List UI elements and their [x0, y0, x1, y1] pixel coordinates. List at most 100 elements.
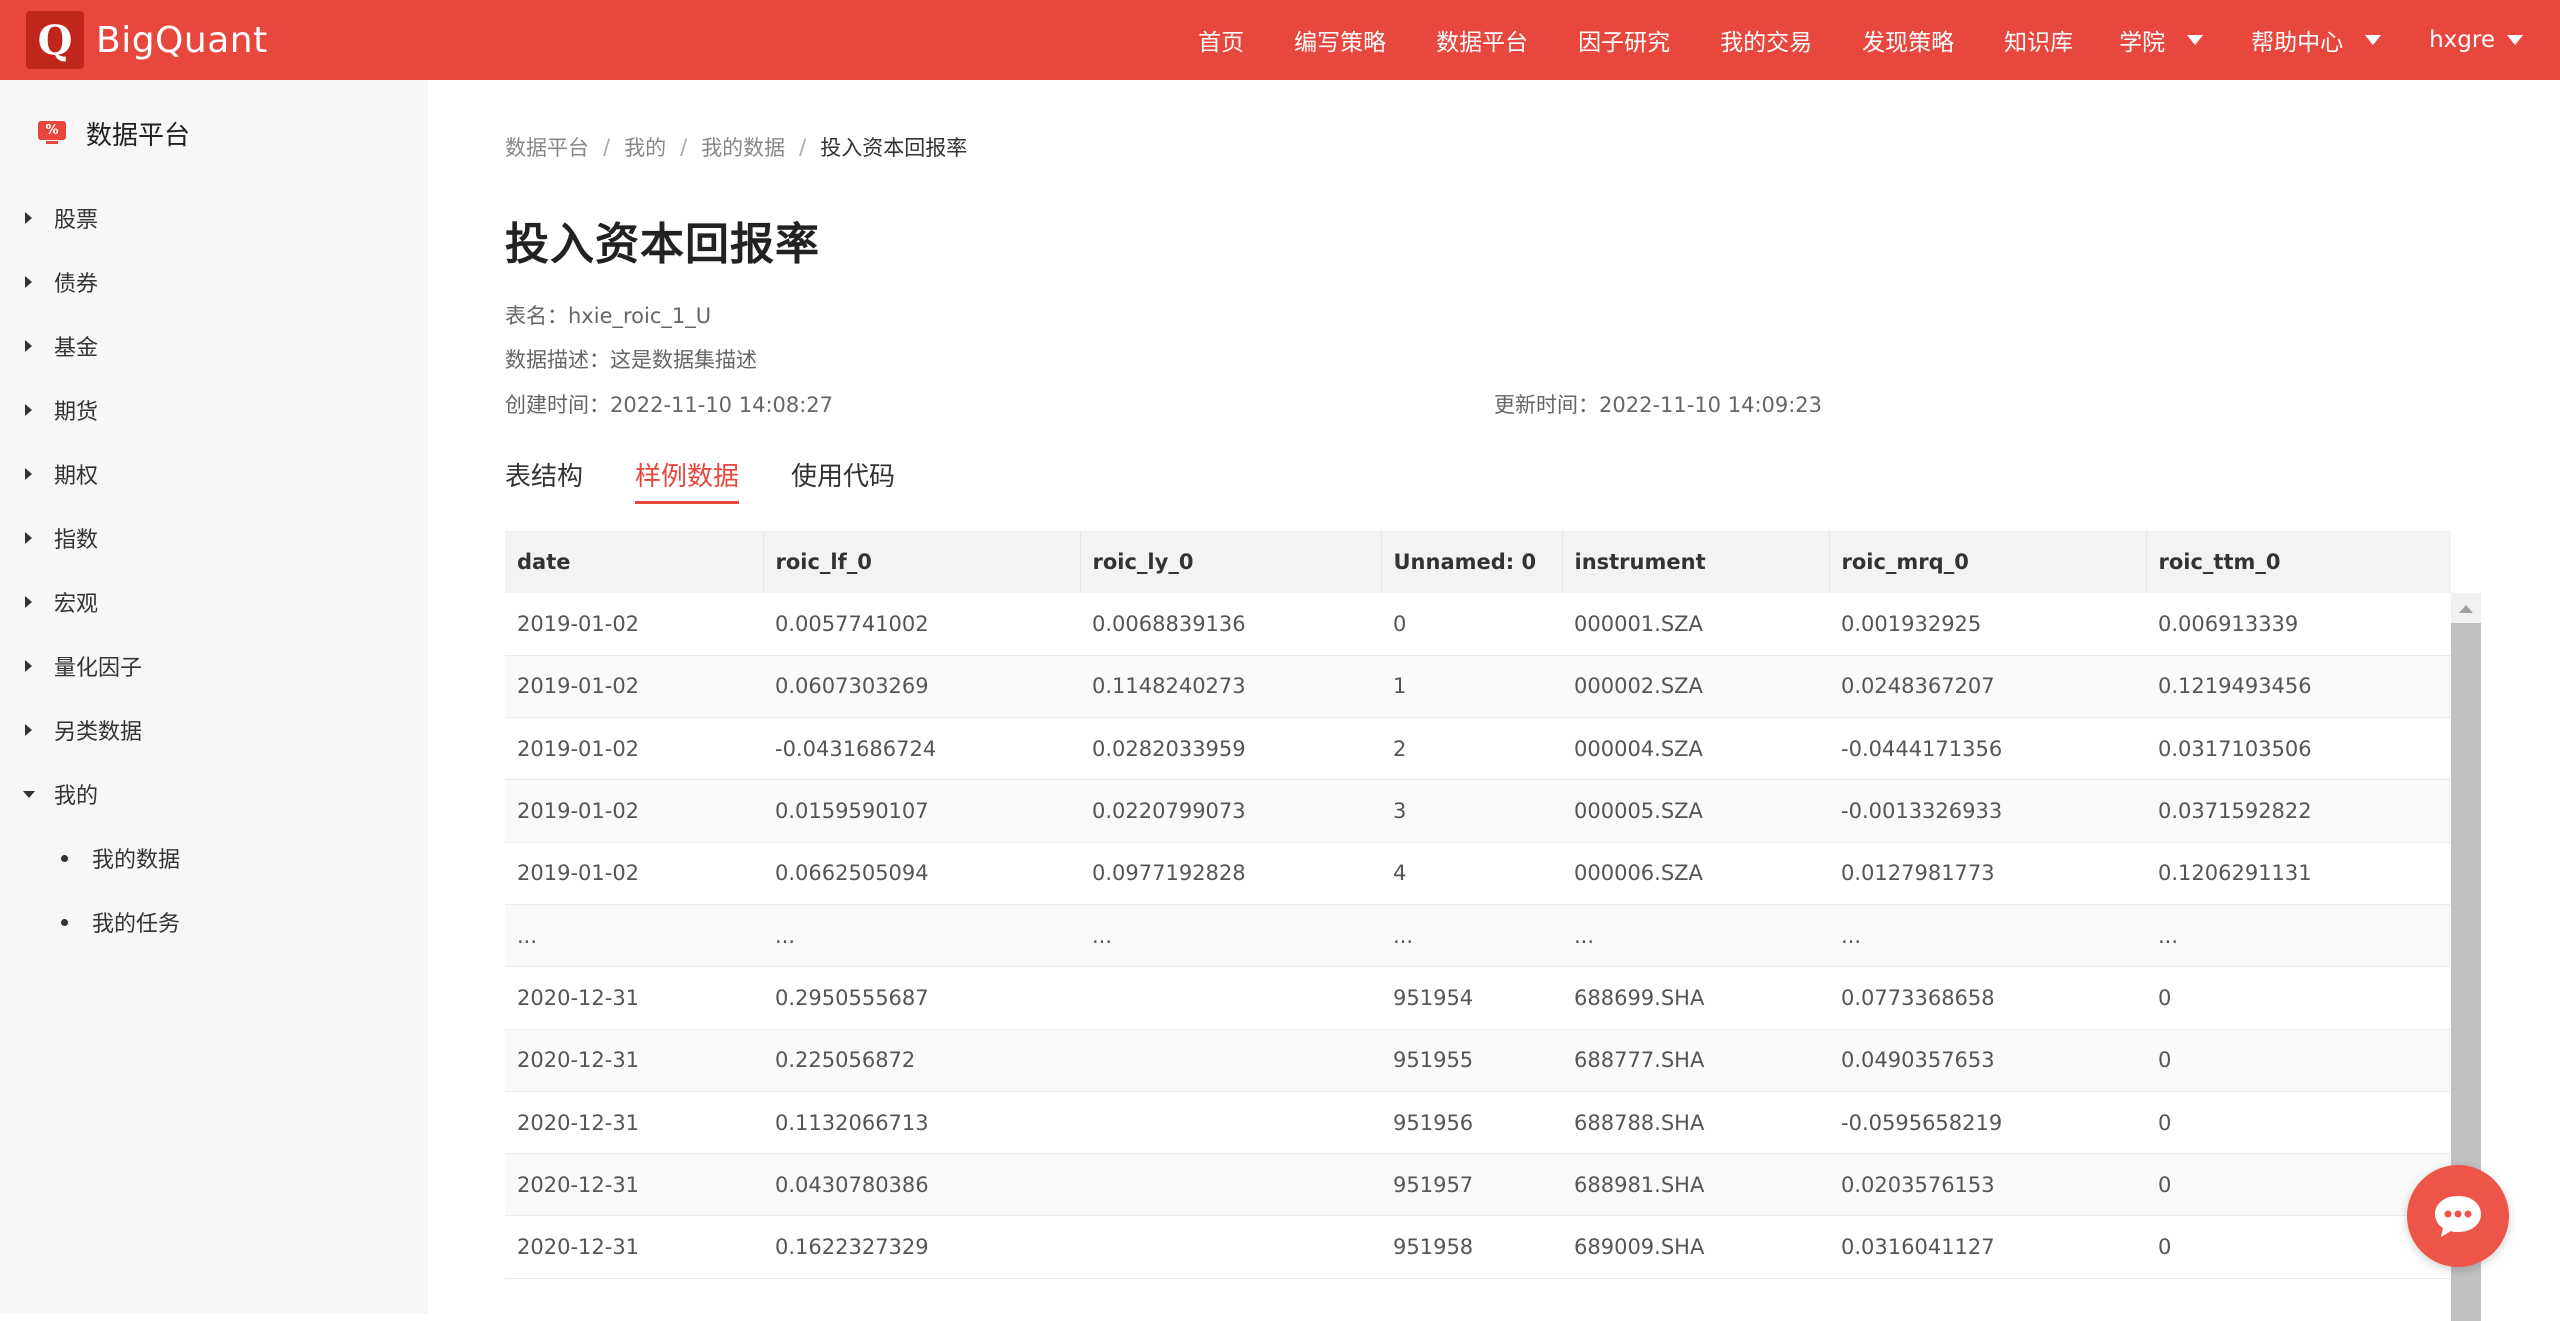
caret-right-icon — [25, 532, 32, 544]
sidebar-item-funds[interactable]: 基金 — [0, 314, 428, 378]
table-cell: -0.0431686724 — [763, 717, 1080, 781]
caret-down-icon — [23, 790, 35, 798]
updated-label: 更新时间： — [1494, 393, 1599, 417]
sidebar-item-label: 基金 — [54, 336, 99, 361]
table-cell: 000002.SZA — [1562, 655, 1829, 719]
sidebar-item-options[interactable]: 期权 — [0, 442, 428, 506]
sidebar-item-futures[interactable]: 期货 — [0, 378, 428, 442]
nav-factor-research[interactable]: 因子研究 — [1578, 0, 1670, 80]
table-cell: 951955 — [1381, 1029, 1562, 1092]
username: hxgre — [2429, 27, 2495, 53]
description-label: 数据描述： — [505, 348, 610, 372]
nav-academy-label: 学院 — [2119, 30, 2166, 56]
table-cell: 0.0282033959 — [1080, 717, 1381, 781]
nav-help-center-label: 帮助中心 — [2251, 30, 2344, 56]
nav-write-strategy[interactable]: 编写策略 — [1294, 0, 1386, 80]
table-cell — [1080, 966, 1381, 1030]
table-cell — [1080, 1153, 1381, 1217]
sidebar-item-bonds[interactable]: 债券 — [0, 250, 428, 314]
table-cell: 688981.SHA — [1562, 1153, 1829, 1217]
table-cell: ... — [1562, 904, 1829, 968]
nav-factor-research-label: 因子研究 — [1578, 30, 1671, 56]
table-cell: 0.0317103506 — [2146, 717, 2451, 781]
tab-table-structure[interactable]: 表结构 — [505, 456, 583, 504]
created-row: 创建时间：2022-11-10 14:08:27 — [505, 389, 833, 419]
scroll-up-arrow-icon[interactable] — [2459, 605, 2473, 613]
table-cell: 0.0490357653 — [1829, 1029, 2146, 1092]
sidebar-item-macro[interactable]: 宏观 — [0, 570, 428, 634]
table-row: 2019-01-02 0.0662505094 0.0977192828 4 00000… — [505, 842, 2451, 905]
sidebar-item-label: 宏观 — [54, 592, 99, 617]
breadcrumb-item[interactable]: 数据平台 — [505, 132, 589, 162]
user-menu[interactable]: hxgre — [2429, 0, 2523, 80]
breadcrumb-current: 投入资本回报率 — [820, 136, 968, 160]
table-cell: -0.0595658219 — [1829, 1091, 2146, 1155]
table-cell: 0.0977192828 — [1080, 842, 1381, 905]
sidebar-item-label: 债券 — [54, 272, 99, 297]
table-cell: 0 — [2146, 1215, 2451, 1279]
sidebar-subitem-my-tasks[interactable]: 我的任务 — [0, 890, 428, 954]
table-cell: 0.2950555687 — [763, 966, 1080, 1030]
table-cell: 0.0159590107 — [763, 779, 1080, 843]
breadcrumb-item[interactable]: 我的数据 — [701, 132, 785, 162]
table-cell: 0.1148240273 — [1080, 655, 1381, 719]
nav-discover-strategy[interactable]: 发现策略 — [1862, 0, 1954, 80]
top-navbar: Q BigQuant 首页 编写策略 数据平台 因子研究 我的交易 发现策略 知… — [0, 0, 2560, 80]
sidebar-item-label: 我的 — [54, 784, 99, 809]
breadcrumb-separator: / — [680, 135, 688, 159]
table-cell: 689009.SHA — [1562, 1215, 1829, 1279]
nav-data-platform[interactable]: 数据平台 — [1436, 0, 1528, 80]
caret-right-icon — [25, 468, 32, 480]
sidebar-item-stocks[interactable]: 股票 — [0, 186, 428, 250]
table-cell: 0.1219493456 — [2146, 655, 2451, 719]
tab-sample-data[interactable]: 样例数据 — [635, 456, 740, 504]
caret-right-icon — [25, 276, 32, 288]
table-row: 2019-01-02 0.0057741002 0.0068839136 0 00000… — [505, 593, 2451, 656]
nav-knowledge-base[interactable]: 知识库 — [2004, 0, 2073, 80]
table-cell: 688699.SHA — [1562, 966, 1829, 1030]
table-cell: 0.0068839136 — [1080, 593, 1381, 656]
table-cell: 0.225056872 — [763, 1029, 1080, 1092]
sidebar-subitem-my-data[interactable]: 我的数据 — [0, 826, 428, 890]
table-cell: 951957 — [1381, 1153, 1562, 1217]
updated-value: 2022-11-10 14:09:23 — [1599, 393, 1823, 417]
nav-help-center[interactable]: 帮助中心 — [2251, 0, 2382, 80]
chat-button[interactable] — [2407, 1165, 2509, 1267]
table-cell: 0.1132066713 — [763, 1091, 1080, 1155]
table-cell — [1080, 1029, 1381, 1092]
sidebar-item-label: 期权 — [54, 464, 99, 489]
table-cell: 0.0127981773 — [1829, 842, 2146, 905]
table-cell: 0.1206291131 — [2146, 842, 2451, 905]
sidebar-item-mine[interactable]: 我的 — [0, 762, 428, 826]
chevron-down-icon — [2187, 35, 2204, 45]
table-cell: 688777.SHA — [1562, 1029, 1829, 1092]
brand-name: BigQuant — [96, 19, 268, 61]
bullet-icon — [61, 854, 68, 862]
tab-usage-code[interactable]: 使用代码 — [791, 456, 895, 504]
nav-my-trading[interactable]: 我的交易 — [1720, 0, 1812, 80]
bullet-icon — [61, 918, 68, 926]
sidebar-item-indices[interactable]: 指数 — [0, 506, 428, 570]
column-header: roic_ttm_0 — [2146, 531, 2451, 593]
table-cell: 0.0057741002 — [763, 593, 1080, 656]
nav-home[interactable]: 首页 — [1198, 0, 1244, 80]
brand-logo[interactable]: Q BigQuant — [26, 0, 268, 80]
nav-home-label: 首页 — [1198, 30, 1245, 56]
sidebar-item-quant-factors[interactable]: 量化因子 — [0, 634, 428, 698]
chat-bubble-icon — [2435, 1196, 2481, 1237]
caret-right-icon — [25, 404, 32, 416]
table-cell: ... — [1080, 904, 1381, 968]
sidebar-item-label: 量化因子 — [54, 656, 143, 681]
sample-data-table: date roic_lf_0 roic_ly_0 Unnamed: 0 inst… — [505, 531, 2481, 1321]
sidebar-item-alt-data[interactable]: 另类数据 — [0, 698, 428, 762]
table-cell: 2 — [1381, 717, 1562, 781]
table-cell: 0.0203576153 — [1829, 1153, 2146, 1217]
breadcrumb-item[interactable]: 我的 — [624, 132, 666, 162]
sidebar-item-label: 期货 — [54, 400, 99, 425]
table-row: 2020-12-31 0.1622327329 951958 689009.SHA 0.… — [505, 1215, 2451, 1279]
chevron-down-icon — [2365, 35, 2382, 45]
nav-academy[interactable]: 学院 — [2119, 0, 2204, 80]
table-row: 2020-12-31 0.1132066713 951956 688788.SHA -0… — [505, 1091, 2451, 1155]
table-cell: ... — [2146, 904, 2451, 968]
table-cell: -0.0444171356 — [1829, 717, 2146, 781]
